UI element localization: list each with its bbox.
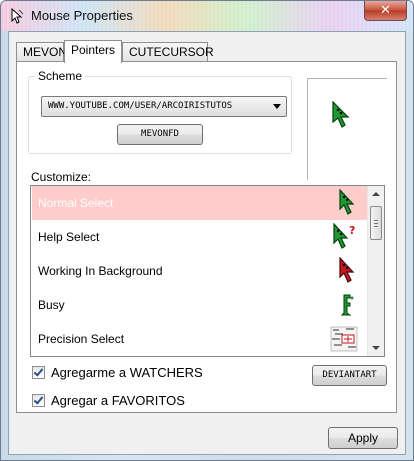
mouse-properties-window: Mouse Properties ✕ MEVON Pointers CUTECU… xyxy=(0,0,414,461)
list-item-label: Normal Select xyxy=(38,196,114,210)
scroll-down-icon[interactable] xyxy=(372,346,380,350)
cursor-preview xyxy=(307,78,387,180)
watchers-checkbox[interactable] xyxy=(32,366,45,379)
scheme-group: Scheme WWW.YOUTUBE.COM/USER/ARCOIRISTUTO… xyxy=(28,69,292,154)
list-item[interactable]: Help Select ? xyxy=(32,220,368,254)
scheme-group-label: Scheme xyxy=(35,69,86,83)
list-item-label: Working In Background xyxy=(38,264,163,278)
favoritos-label: Agregar a FAVORITOS xyxy=(51,393,185,408)
favoritos-checkbox[interactable] xyxy=(32,394,45,407)
green-arrow-cursor-icon xyxy=(332,101,350,128)
svg-text:?: ? xyxy=(349,224,355,237)
red-arrow-cursor-icon xyxy=(339,257,355,283)
chevron-down-icon xyxy=(273,104,281,109)
tab-pointers[interactable]: Pointers xyxy=(64,40,122,63)
list-item[interactable]: Normal Select xyxy=(32,186,368,220)
list-item-label: Busy xyxy=(38,298,65,312)
thumb-grip-icon xyxy=(374,226,378,227)
list-item[interactable]: Busy xyxy=(32,288,368,322)
scheme-dropdown-value: WWW.YOUTUBE.COM/USER/ARCOIRISTUTOS xyxy=(48,101,233,111)
thumb-grip-icon xyxy=(374,220,378,221)
green-busy-cursor-icon xyxy=(340,294,354,316)
window-title: Mouse Properties xyxy=(31,8,133,23)
scroll-up-icon[interactable] xyxy=(372,192,380,196)
mouse-app-icon xyxy=(11,8,24,24)
tab-mevon[interactable]: MEVON xyxy=(16,42,67,62)
tab-cutecursor[interactable]: CUTECURSOR xyxy=(122,42,214,62)
list-item[interactable]: Working In Background xyxy=(32,254,368,288)
customize-label: Customize: xyxy=(31,170,92,184)
list-item-label: Precision Select xyxy=(38,332,125,346)
list-item[interactable]: Precision Select xyxy=(32,322,368,356)
precision-cursor-icon xyxy=(330,326,358,352)
dialog-body: MEVON Pointers CUTECURSOR Scheme WWW.YOU… xyxy=(8,31,406,455)
close-button[interactable]: ✕ xyxy=(364,1,407,21)
title-bar[interactable]: Mouse Properties ✕ xyxy=(1,1,413,31)
watchers-label: Agregarme a WATCHERS xyxy=(51,365,203,380)
close-icon: ✕ xyxy=(380,2,391,17)
mevonfd-button[interactable]: MEVONFD xyxy=(117,124,203,145)
scroll-thumb[interactable] xyxy=(370,206,382,240)
thumb-grip-icon xyxy=(374,223,378,224)
list-scrollbar[interactable] xyxy=(367,186,384,356)
checkmark-icon xyxy=(33,394,44,405)
checkmark-icon xyxy=(33,366,44,377)
green-help-cursor-icon: ? xyxy=(333,223,355,249)
scheme-dropdown[interactable]: WWW.YOUTUBE.COM/USER/ARCOIRISTUTOS xyxy=(41,96,287,117)
green-arrow-cursor-icon xyxy=(339,189,355,215)
deviantart-button[interactable]: DEVIANTART xyxy=(312,365,387,386)
list-item-label: Help Select xyxy=(38,230,100,244)
pointers-tab-panel: Scheme WWW.YOUTUBE.COM/USER/ARCOIRISTUTO… xyxy=(16,61,397,413)
apply-button[interactable]: Apply xyxy=(328,427,398,449)
cursor-list[interactable]: Normal Select Help Select ? Working In B… xyxy=(30,185,385,357)
